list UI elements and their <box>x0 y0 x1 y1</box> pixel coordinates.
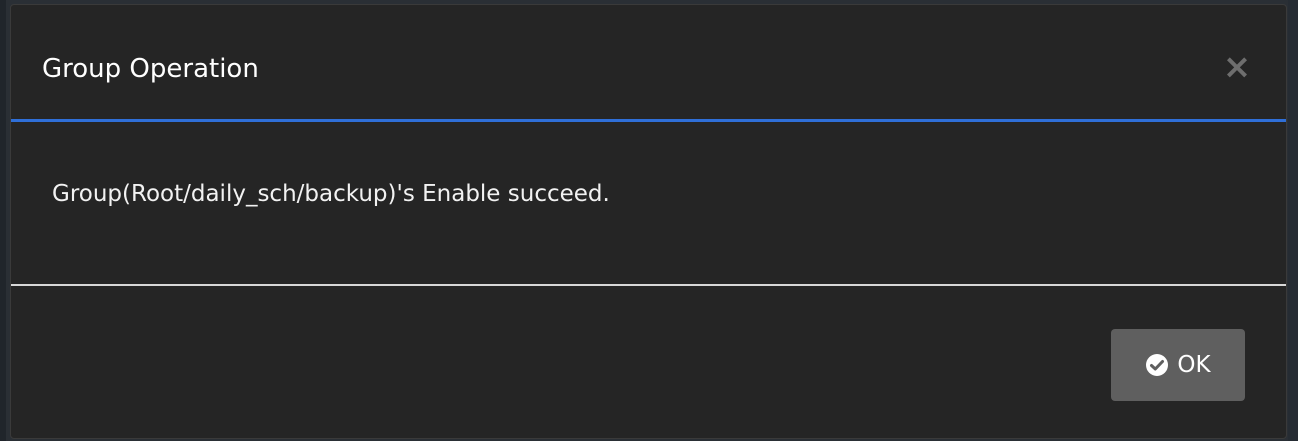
ok-button[interactable]: OK <box>1111 329 1245 401</box>
dialog-footer: OK <box>11 286 1286 438</box>
dialog-header: Group Operation × <box>11 5 1286 122</box>
backdrop-right-edge <box>1288 0 1298 441</box>
dialog-message: Group(Root/daily_sch/backup)'s Enable su… <box>52 181 610 207</box>
close-icon[interactable]: × <box>1222 49 1252 85</box>
check-circle-icon <box>1145 353 1169 377</box>
dialog-title: Group Operation <box>42 54 259 84</box>
group-operation-dialog: Group Operation × Group(Root/daily_sch/b… <box>10 4 1287 439</box>
dialog-body: Group(Root/daily_sch/backup)'s Enable su… <box>11 122 1286 286</box>
ok-button-label: OK <box>1177 352 1211 378</box>
backdrop-left-edge <box>0 0 6 441</box>
